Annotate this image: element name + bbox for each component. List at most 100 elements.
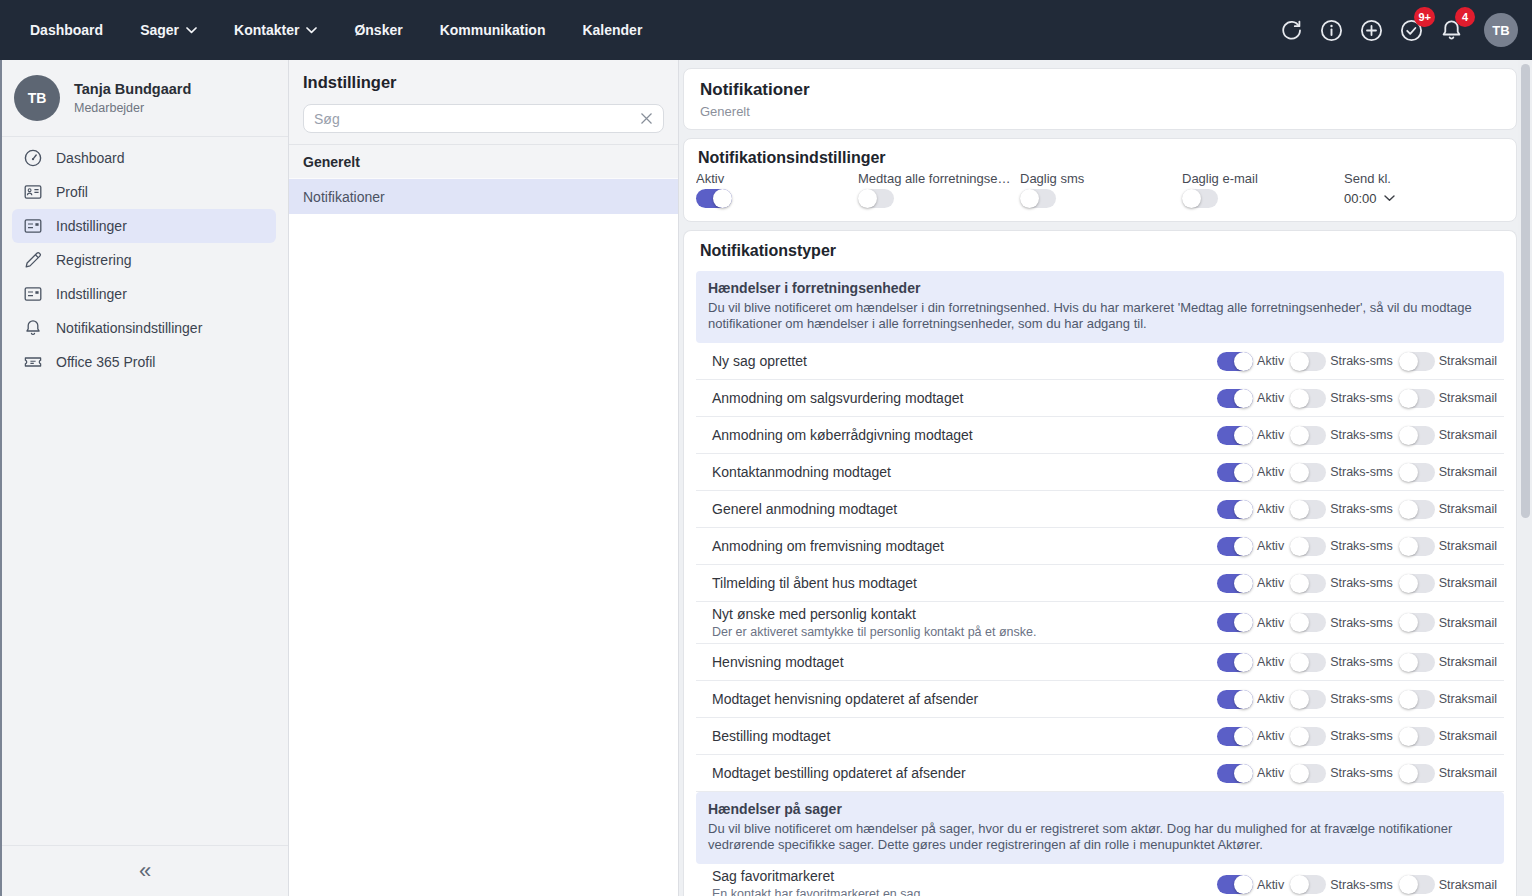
toggle-straks-sms[interactable] — [1290, 500, 1326, 519]
settings-list-item-notifikationer[interactable]: Notifikationer — [289, 179, 678, 214]
type-row-toggles: AktivStraks-smsStraksmail — [1211, 727, 1497, 746]
gauge-icon — [23, 148, 43, 168]
notification-type-row: Kontaktanmodning modtagetAktivStraks-sms… — [696, 454, 1504, 491]
toggle-group: Straks-sms — [1290, 613, 1393, 632]
type-row-text: Generel anmodning modtaget — [712, 501, 1211, 517]
toggle-straksmail[interactable] — [1399, 574, 1435, 593]
toggle-aktiv[interactable] — [1217, 613, 1253, 632]
toggle-straks-sms[interactable] — [1290, 613, 1326, 632]
toggle-straksmail[interactable] — [1399, 613, 1435, 632]
toggle-straksmail[interactable] — [1399, 426, 1435, 445]
main-nav: Dashboard Sager Kontakter Ønsker Kommunikati… — [30, 22, 642, 38]
toggle-straks-sms[interactable] — [1290, 389, 1326, 408]
toggle-label: Straks-sms — [1330, 391, 1393, 405]
toggle-label: Straks-sms — [1330, 692, 1393, 706]
sidebar-item-dashboard[interactable]: Dashboard — [12, 141, 276, 175]
toggle-daglig-e-mail[interactable] — [1182, 189, 1218, 208]
type-row-toggles: AktivStraks-smsStraksmail — [1211, 500, 1497, 519]
toggle-aktiv[interactable] — [696, 189, 732, 208]
toggle-straks-sms[interactable] — [1290, 875, 1326, 894]
toggle-straksmail[interactable] — [1399, 764, 1435, 783]
pencil-icon — [23, 250, 43, 270]
toggle-aktiv[interactable] — [1217, 727, 1253, 746]
nav-item-dashboard[interactable]: Dashboard — [30, 22, 103, 38]
toggle-aktiv[interactable] — [1217, 574, 1253, 593]
sidebar-item-indstillinger[interactable]: Indstillinger — [12, 277, 276, 311]
toggle-aktiv[interactable] — [1217, 389, 1253, 408]
toggle-straks-sms[interactable] — [1290, 426, 1326, 445]
type-row-label: Anmodning om køberrådgivning modtaget — [712, 427, 1211, 443]
toggle-straksmail[interactable] — [1399, 727, 1435, 746]
sidebar-item-registrering[interactable]: Registrering — [12, 243, 276, 277]
toggle-straks-sms[interactable] — [1290, 653, 1326, 672]
toggle-label: Aktiv — [1257, 576, 1284, 590]
toggle-straksmail[interactable] — [1399, 389, 1435, 408]
nav-item-kommunikation[interactable]: Kommunikation — [440, 22, 546, 38]
toggle-group: Straksmail — [1399, 500, 1497, 519]
nav-item-kalender[interactable]: Kalender — [582, 22, 642, 38]
scrollbar-thumb[interactable] — [1521, 64, 1530, 518]
refresh-icon[interactable] — [1278, 17, 1305, 44]
nav-item-kontakter[interactable]: Kontakter — [234, 22, 317, 38]
user-avatar[interactable]: TB — [1484, 13, 1518, 47]
send-time-select[interactable]: 00:00 — [1344, 189, 1506, 208]
toggle-straks-sms[interactable] — [1290, 537, 1326, 556]
notifications-bell-icon[interactable]: 4 — [1438, 17, 1465, 44]
type-row-text: Bestilling modtaget — [712, 728, 1211, 744]
sidebar-item-office-365-profil[interactable]: Office 365 Profil — [12, 345, 276, 379]
toggle-label: Aktiv — [1257, 655, 1284, 669]
sidebar-item-label: Profil — [56, 184, 88, 200]
toggle-straks-sms[interactable] — [1290, 764, 1326, 783]
toggle-straksmail[interactable] — [1399, 537, 1435, 556]
sidebar-item-notifikationsindstillinger[interactable]: Notifikationsindstillinger — [12, 311, 276, 345]
sidebar-item-label: Notifikationsindstillinger — [56, 320, 202, 336]
search-input[interactable] — [314, 111, 640, 127]
type-row-toggles: AktivStraks-smsStraksmail — [1211, 690, 1497, 709]
profile-avatar: TB — [14, 75, 60, 121]
sidebar-item-profil[interactable]: Profil — [12, 175, 276, 209]
toggle-aktiv[interactable] — [1217, 426, 1253, 445]
tasks-badge: 9+ — [1414, 7, 1435, 27]
vertical-scrollbar[interactable] — [1518, 60, 1532, 896]
bell-icon — [23, 318, 43, 338]
toggle-group: Aktiv — [1217, 653, 1284, 672]
type-row-label: Tilmelding til åbent hus modtaget — [712, 575, 1211, 591]
toggle-aktiv[interactable] — [1217, 690, 1253, 709]
sidebar-item-indstillinger[interactable]: Indstillinger — [12, 209, 276, 243]
nav-item-sager[interactable]: Sager — [140, 22, 197, 38]
nav-item-label: Kommunikation — [440, 22, 546, 38]
nav-item--nsker[interactable]: Ønsker — [354, 22, 402, 38]
toggle-straksmail[interactable] — [1399, 463, 1435, 482]
clear-search-icon[interactable] — [640, 112, 653, 125]
toggle-aktiv[interactable] — [1217, 537, 1253, 556]
toggle-aktiv[interactable] — [1217, 463, 1253, 482]
toggle-straksmail[interactable] — [1399, 690, 1435, 709]
add-icon[interactable] — [1358, 17, 1385, 44]
toggle-label: Medtag alle forretningsenh... — [858, 171, 1014, 187]
type-row-label: Kontaktanmodning modtaget — [712, 464, 1211, 480]
toggle-aktiv[interactable] — [1217, 764, 1253, 783]
info-icon[interactable] — [1318, 17, 1345, 44]
toggle-straksmail[interactable] — [1399, 352, 1435, 371]
tasks-check-icon[interactable]: 9+ — [1398, 17, 1425, 44]
toggle-medtag-alle-forretningsenh-[interactable] — [858, 189, 894, 208]
toggle-aktiv[interactable] — [1217, 352, 1253, 371]
toggle-label: Straksmail — [1439, 354, 1497, 368]
toggle-label: Aktiv — [1257, 354, 1284, 368]
type-row-text: Modtaget bestilling opdateret af afsende… — [712, 765, 1211, 781]
toggle-straks-sms[interactable] — [1290, 352, 1326, 371]
toggle-group: Straks-sms — [1290, 389, 1393, 408]
toggle-straks-sms[interactable] — [1290, 690, 1326, 709]
toggle-aktiv[interactable] — [1217, 500, 1253, 519]
toggle-straksmail[interactable] — [1399, 653, 1435, 672]
toggle-aktiv[interactable] — [1217, 653, 1253, 672]
toggle-daglig-sms[interactable] — [1020, 189, 1056, 208]
toggle-group: Straks-sms — [1290, 875, 1393, 894]
toggle-aktiv[interactable] — [1217, 875, 1253, 894]
collapse-sidebar-button[interactable]: « — [139, 860, 151, 882]
toggle-straks-sms[interactable] — [1290, 463, 1326, 482]
toggle-straksmail[interactable] — [1399, 500, 1435, 519]
toggle-straks-sms[interactable] — [1290, 727, 1326, 746]
toggle-straks-sms[interactable] — [1290, 574, 1326, 593]
toggle-straksmail[interactable] — [1399, 875, 1435, 894]
